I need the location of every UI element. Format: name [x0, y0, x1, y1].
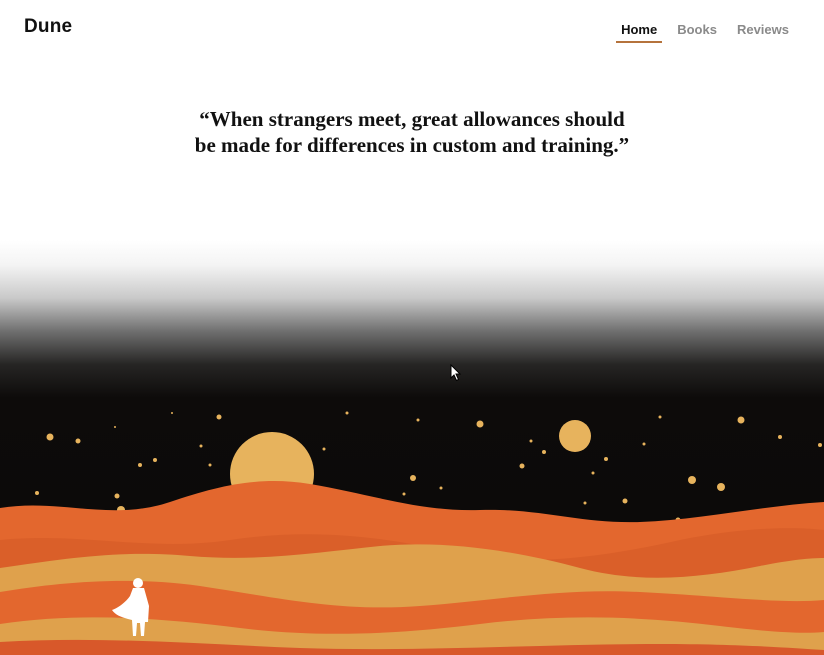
hero-quote: “When strangers meet, great allowances s…	[0, 106, 824, 158]
small-moon	[559, 420, 591, 452]
site-header: Dune Home Books Reviews	[0, 0, 824, 60]
site-brand[interactable]: Dune	[24, 16, 72, 38]
nav-item-home[interactable]: Home	[616, 20, 663, 43]
nav-item-books[interactable]: Books	[672, 20, 722, 43]
main-nav: Home Books Reviews	[606, 20, 794, 43]
desert-illustration	[0, 240, 824, 655]
nav-item-reviews[interactable]: Reviews	[732, 20, 794, 43]
quote-line: be made for differences in custom and tr…	[194, 133, 630, 157]
quote-line: “When strangers meet, great allowances s…	[199, 107, 625, 131]
page: Dune Home Books Reviews “When strangers …	[0, 0, 824, 655]
mouse-pointer-icon	[450, 364, 462, 382]
